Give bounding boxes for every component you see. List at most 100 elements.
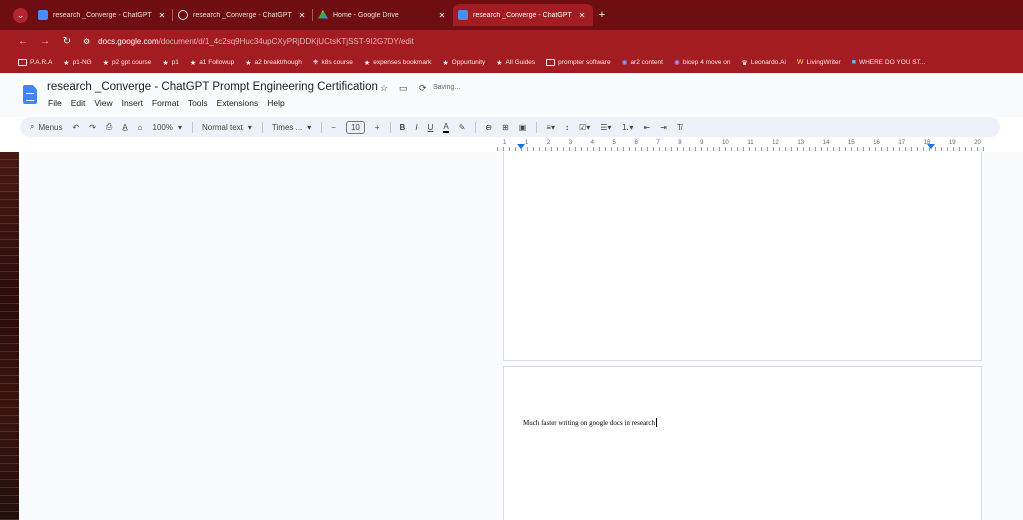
menu-edit[interactable]: Edit	[71, 98, 86, 108]
star-icon[interactable]: ☆	[380, 83, 388, 94]
url-input[interactable]: ⚙ docs.google.com /document/d/1_4c2sq9Hu…	[83, 33, 1013, 49]
star-icon: ★	[496, 59, 503, 67]
bookmark-expenses[interactable]: ★ expenses bookmark	[364, 59, 431, 67]
docs-icon	[458, 10, 468, 20]
bookmark-k8s-course[interactable]: ⎈ k8s course	[313, 59, 353, 67]
link-icon[interactable]: ⊖	[485, 123, 492, 132]
text-color-button[interactable]: A	[443, 122, 449, 133]
clear-formatting-icon[interactable]: T̸	[677, 123, 682, 132]
globe-icon	[178, 10, 188, 20]
ruler-number: 4	[590, 140, 594, 146]
ruler-number: 2	[546, 140, 551, 146]
tab-3[interactable]: Home - Google Drive ✕	[313, 4, 453, 26]
chevron-down-icon: ⌄	[16, 10, 25, 20]
bookmark-ar2-content[interactable]: ✺ ar2 content	[622, 59, 663, 67]
close-icon[interactable]: ✕	[295, 11, 309, 20]
tab-1[interactable]: research _Converge - ChatGPT ✕	[33, 4, 173, 26]
spellcheck-icon[interactable]: A̲	[122, 123, 127, 132]
back-icon[interactable]: ←	[16, 34, 30, 48]
line-spacing-icon[interactable]: ↕	[565, 123, 569, 132]
style-select[interactable]: Normal text ▾	[202, 123, 252, 132]
menus-search[interactable]: ⌕ Menus	[30, 122, 63, 132]
close-icon[interactable]: ✕	[435, 11, 449, 20]
italic-button[interactable]: I	[415, 123, 417, 132]
bookmark-a2-breakthrough[interactable]: ★ a2 breaktrhough	[245, 59, 302, 67]
docs-logo-icon[interactable]	[23, 85, 37, 104]
decrease-font-size-button[interactable]: −	[331, 123, 336, 132]
font-select[interactable]: Times ... ▾	[272, 123, 311, 132]
move-folder-icon[interactable]: ▭	[399, 83, 408, 94]
checklist-icon[interactable]: ☑▾	[579, 123, 590, 132]
menu-tools[interactable]: Tools	[188, 98, 208, 108]
bold-button[interactable]: B	[400, 123, 406, 132]
caret-down-icon: ▾	[307, 122, 312, 132]
highlight-icon[interactable]: ✎	[459, 123, 466, 132]
zoom-select[interactable]: 100% ▾	[153, 123, 182, 132]
tab-4-active[interactable]: research _Converge - ChatGPT ✕	[453, 4, 593, 26]
document-title[interactable]: research _Converge - ChatGPT Prompt Engi…	[47, 81, 378, 93]
drive-icon	[318, 10, 328, 19]
bookmark-bicep[interactable]: ✺ bicep 4 move on	[674, 59, 731, 67]
caret-down-icon: ▾	[177, 122, 182, 132]
site-settings-icon[interactable]: ⚙	[83, 37, 90, 46]
bookmark-p2-gpt-course[interactable]: ★ p2 gpt course	[103, 59, 152, 67]
forward-icon[interactable]: →	[38, 34, 52, 48]
ruler-number: 17	[898, 140, 906, 146]
address-bar: ← → ↻ ⚙ docs.google.com /document/d/1_4c…	[0, 30, 1023, 52]
numbered-list-icon[interactable]: ⒈▾	[621, 122, 633, 133]
vertical-ruler[interactable]	[0, 152, 19, 520]
font-size-input[interactable]: 10	[345, 120, 365, 134]
menu-insert[interactable]: Insert	[122, 98, 143, 108]
undo-icon[interactable]: ↶	[73, 123, 80, 132]
bookmark-p1[interactable]: ★ p1	[162, 59, 179, 67]
close-icon[interactable]: ✕	[155, 11, 169, 20]
star-icon: ★	[102, 59, 109, 67]
new-tab-button[interactable]: +	[593, 4, 611, 26]
bookmark-p1-ng[interactable]: ★ p1-NG	[63, 59, 91, 67]
bookmark-livingwriter[interactable]: W LivingWriter	[797, 59, 841, 66]
docs-toolbar: ⌕ Menus ↶ ↷ ⎙ A̲ ⌂ 100% ▾ Normal text ▾ Tim…	[20, 117, 1000, 137]
align-icon[interactable]: ≡▾	[546, 123, 555, 132]
bulleted-list-icon[interactable]: ☰▾	[600, 123, 611, 132]
document-page-2[interactable]: Much faster writing on google docs in re…	[503, 366, 982, 520]
bookmark-oppurtunity[interactable]: ★ Oppurtunity	[442, 59, 485, 67]
ruler-number: 7	[656, 140, 660, 146]
bookmark-leonardo[interactable]: ♛ Leonardo.Ai	[742, 59, 786, 67]
decrease-indent-icon[interactable]: ⇤	[643, 123, 650, 132]
menu-help[interactable]: Help	[267, 98, 284, 108]
star-icon: ★	[189, 59, 197, 67]
redo-icon[interactable]: ↷	[89, 123, 96, 132]
menu-file[interactable]: File	[48, 98, 62, 108]
tab-2[interactable]: research _Converge - ChatGPT ✕	[173, 4, 313, 26]
url-host: docs.google.com	[98, 36, 159, 46]
ruler-number: 12	[772, 140, 779, 146]
increase-font-size-button[interactable]: +	[375, 123, 380, 132]
sync-icon: ⟳	[419, 83, 427, 93]
menu-extensions[interactable]: Extensions	[217, 98, 259, 108]
underline-button[interactable]: U	[428, 123, 434, 132]
close-icon[interactable]: ✕	[575, 11, 589, 20]
bookmark-where-do-you[interactable]: ■ WHERE DO YOU ST...	[852, 59, 926, 66]
paint-format-icon[interactable]: ⌂	[138, 123, 143, 132]
menu-view[interactable]: View	[94, 98, 112, 108]
image-icon[interactable]: ▣	[519, 123, 527, 132]
reload-icon[interactable]: ↻	[60, 34, 74, 48]
ruler-number: 1	[524, 140, 529, 146]
print-icon[interactable]: ⎙	[106, 122, 112, 132]
comment-icon[interactable]: ⊞	[502, 123, 509, 132]
caret-down-icon: ▾	[247, 122, 252, 132]
star-icon: ★	[442, 59, 449, 67]
increase-indent-icon[interactable]: ⇥	[660, 123, 667, 132]
document-page-1[interactable]	[503, 152, 982, 361]
horizontal-ruler[interactable]: 1 1 2 3 4 5 6 7 8 9 10 11 12 13 14 15 16 17 18 19 20	[497, 140, 987, 152]
bookmark-prompter-software[interactable]: prompter software	[546, 59, 611, 66]
search-icon: ⌕	[30, 122, 35, 131]
ruler-number: 16	[873, 140, 880, 146]
bookmark-all-guides[interactable]: ★ All Guides	[496, 59, 535, 67]
bookmark-para[interactable]: P.A.R.A	[18, 59, 52, 66]
tab-search-button[interactable]: ⌄	[13, 8, 28, 23]
body-paragraph[interactable]: Much faster writing on google docs in re…	[523, 418, 657, 427]
bookmark-a1-followup[interactable]: ★ a1 Followup	[190, 59, 234, 67]
gear-icon: ✺	[621, 59, 628, 67]
menu-format[interactable]: Format	[152, 98, 179, 108]
